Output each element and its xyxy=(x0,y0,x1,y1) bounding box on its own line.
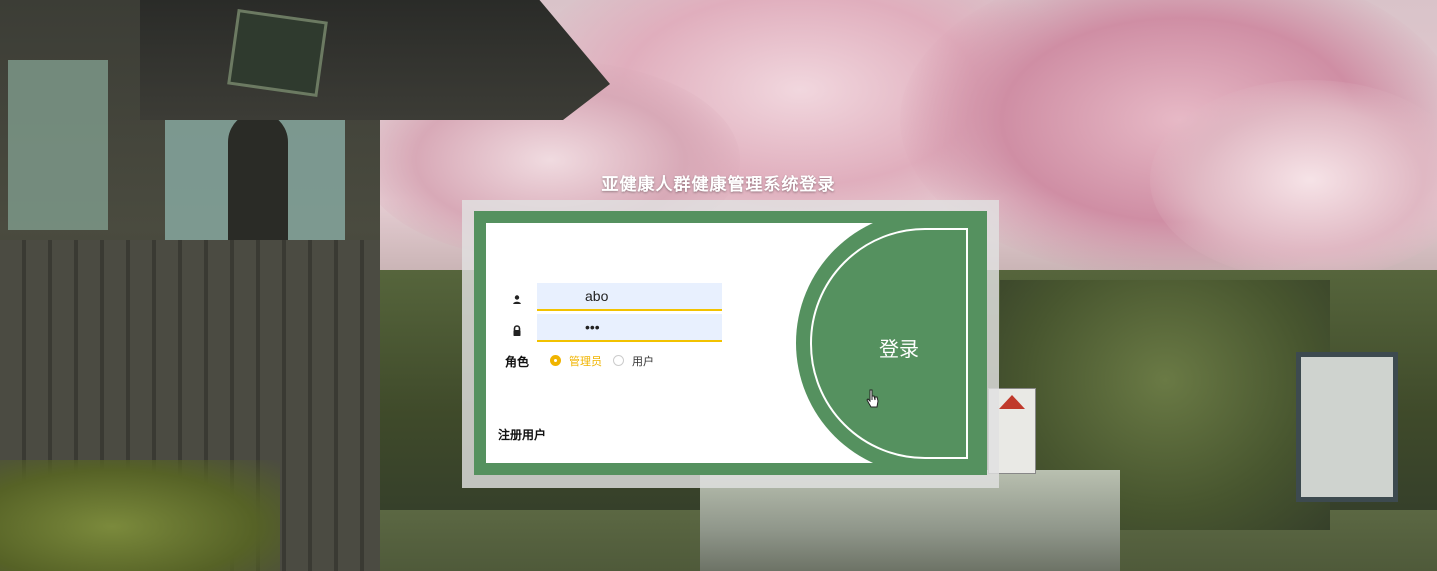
mouse-cursor-icon xyxy=(866,389,880,409)
bush xyxy=(0,460,280,571)
role-radio-admin[interactable] xyxy=(550,355,561,366)
username-row xyxy=(486,283,786,313)
shrine-wall-panel xyxy=(8,60,108,230)
role-radio-user[interactable] xyxy=(613,355,624,366)
notice-board xyxy=(1296,352,1398,502)
up-arrow-icon xyxy=(999,395,1025,409)
login-card: 角色 管理员 用户 注册用户 登录 xyxy=(474,211,987,475)
page-title: 亚健康人群健康管理系统登录 xyxy=(601,175,836,195)
role-label: 角色 xyxy=(505,355,530,369)
username-input[interactable] xyxy=(537,283,722,311)
password-row xyxy=(486,314,786,344)
shrine-plaque xyxy=(227,9,328,97)
login-button-label[interactable]: 登录 xyxy=(869,333,929,362)
role-option-admin-label[interactable]: 管理员 xyxy=(569,353,602,369)
role-selector: 角色 管理员 用户 xyxy=(505,351,765,371)
password-input[interactable] xyxy=(537,314,722,342)
user-icon xyxy=(510,292,524,306)
shrine-roof xyxy=(140,0,610,120)
role-option-user-label[interactable]: 用户 xyxy=(632,353,654,369)
lock-icon xyxy=(510,323,524,337)
register-user-link[interactable]: 注册用户 xyxy=(498,426,546,443)
